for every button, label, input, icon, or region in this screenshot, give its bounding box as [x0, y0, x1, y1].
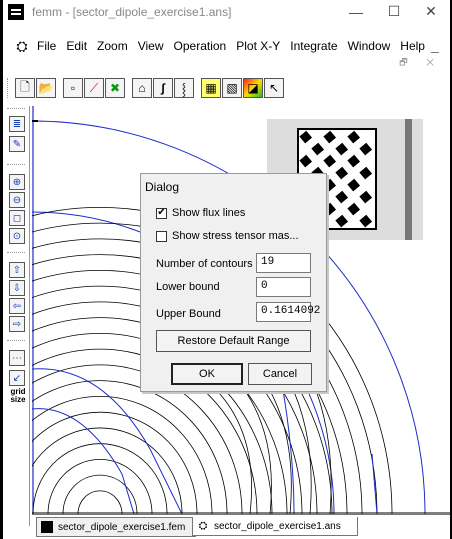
show-stress-tensor-label: Show stress tensor mas...: [172, 230, 299, 242]
grid-size-label-2: size: [10, 395, 26, 404]
menu-zoom[interactable]: Zoom: [97, 39, 128, 53]
show-stress-tensor-checkbox[interactable]: [156, 230, 167, 242]
femm-doc-icon: [41, 521, 53, 533]
flux-lines-icon[interactable]: ▧: [222, 78, 242, 98]
menu-help[interactable]: Help: [400, 39, 425, 53]
menu-edit[interactable]: Edit: [66, 39, 87, 53]
left-toolbar: ≣ ✎ ⊕ ⊖ ◻ ⊙ ⇧ ⇩ ⇦ ⇨ ⋯ ↙ grid size: [3, 106, 30, 526]
document-tabs: sector_dipole_exercise1.fem ⛭ sector_dip…: [32, 514, 450, 537]
grid-size-button[interactable]: grid size: [8, 388, 28, 404]
zoom-natural-icon[interactable]: ⊙: [9, 228, 25, 244]
flux-contour-line: [32, 396, 213, 514]
document-menu-icon[interactable]: ⛭: [13, 37, 31, 55]
flux-contour-line: [32, 443, 168, 514]
femm-app-icon: [8, 3, 24, 20]
menu-window[interactable]: Window: [348, 39, 391, 53]
flux-contour-line: [62, 474, 138, 514]
pan-right-icon[interactable]: ⇨: [9, 316, 25, 332]
tab-ans-label: sector_dipole_exercise1.ans: [214, 520, 341, 532]
ok-button[interactable]: OK: [171, 363, 243, 385]
cancel-button[interactable]: Cancel: [248, 363, 312, 385]
zoom-in-icon[interactable]: ⊕: [9, 174, 25, 190]
zoom-window-icon[interactable]: ◻: [9, 210, 25, 226]
show-stress-tensor-row[interactable]: Show stress tensor mas...: [156, 230, 299, 242]
lower-bound-input[interactable]: 0: [256, 277, 311, 297]
minimize-button[interactable]: —: [337, 0, 375, 23]
flux-line-dialog: Dialog ✔ Show flux lines Show stress ten…: [140, 173, 327, 392]
pointer-icon[interactable]: ↖: [264, 78, 284, 98]
contours-label: Number of contours: [156, 258, 253, 270]
postprocessor-icon: ⛭: [198, 519, 208, 532]
menu-view[interactable]: View: [138, 39, 164, 53]
menu-file[interactable]: File: [37, 39, 56, 53]
lower-bound-label: Lower bound: [156, 281, 220, 293]
flux-contour-line: [77, 490, 123, 514]
child-minimize-button[interactable]: _: [431, 38, 439, 54]
flux-contour-line: [32, 427, 183, 514]
snap-grid-icon[interactable]: ↙: [9, 370, 25, 386]
pan-up-icon[interactable]: ⇧: [9, 262, 25, 278]
tab-ans-file[interactable]: ⛭ sector_dipole_exercise1.ans: [192, 517, 358, 536]
left-toolbar-grip[interactable]: [7, 108, 25, 112]
pan-left-icon[interactable]: ⇦: [9, 298, 25, 314]
upper-bound-input[interactable]: 0.1614092: [256, 302, 320, 322]
point-mode-icon[interactable]: ▫: [63, 78, 83, 98]
new-file-icon[interactable]: 🗋: [15, 78, 35, 98]
pan-down-icon[interactable]: ⇩: [9, 280, 25, 296]
upper-bound-label: Upper Bound: [156, 308, 221, 320]
toolbar-grip[interactable]: [7, 78, 11, 98]
show-grid-icon[interactable]: ⋯: [9, 350, 25, 366]
output-view-icon[interactable]: ≣: [9, 116, 25, 132]
preview-side-bar: [405, 119, 412, 240]
child-window-controls[interactable]: 🗗 ✕: [399, 55, 442, 71]
plot-xy-icon[interactable]: ⌂: [132, 78, 152, 98]
coil-boundary: [149, 448, 183, 514]
show-flux-lines-row[interactable]: ✔ Show flux lines: [156, 207, 245, 219]
density-plot-icon[interactable]: ▦: [201, 78, 221, 98]
show-flux-lines-checkbox[interactable]: ✔: [156, 207, 167, 219]
restore-default-range-button[interactable]: Restore Default Range: [156, 330, 311, 352]
menu-operation[interactable]: Operation: [174, 39, 227, 53]
tab-fem-label: sector_dipole_exercise1.fem: [58, 521, 186, 533]
circuit-props-icon[interactable]: ⸾: [174, 78, 194, 98]
flux-contour-line: [32, 411, 198, 514]
zoom-out-icon[interactable]: ⊖: [9, 192, 25, 208]
vector-plot-icon[interactable]: ◪: [243, 78, 263, 98]
show-flux-lines-label: Show flux lines: [172, 207, 246, 219]
tab-fem-file[interactable]: sector_dipole_exercise1.fem: [36, 517, 196, 537]
contour-mode-icon[interactable]: ⟋: [84, 78, 104, 98]
window-title: femm - [sector_dipole_exercise1.ans]: [32, 4, 232, 19]
menu-bar: ⛭ File Edit Zoom View Operation Plot X-Y…: [3, 32, 450, 60]
menu-integrate[interactable]: Integrate: [290, 39, 337, 53]
maximize-button[interactable]: ☐: [375, 0, 413, 23]
contours-input[interactable]: 19: [256, 253, 311, 273]
main-toolbar: 🗋 📂 ▫ ⟋ ✖ ⌂ ∫ ⸾ ▦ ▧ ◪ ↖: [3, 74, 450, 102]
dialog-title: Dialog: [145, 180, 180, 194]
close-button[interactable]: ✕: [412, 0, 450, 23]
edit-view-icon[interactable]: ✎: [9, 136, 25, 152]
integrate-icon[interactable]: ∫: [153, 78, 173, 98]
menu-plot-xy[interactable]: Plot X-Y: [236, 39, 280, 53]
coil-boundary: [32, 408, 123, 475]
area-mode-icon[interactable]: ✖: [105, 78, 125, 98]
iron-boundary: [371, 453, 378, 514]
open-file-icon[interactable]: 📂: [36, 78, 56, 98]
title-bar[interactable]: femm - [sector_dipole_exercise1.ans] — ☐…: [3, 0, 450, 23]
